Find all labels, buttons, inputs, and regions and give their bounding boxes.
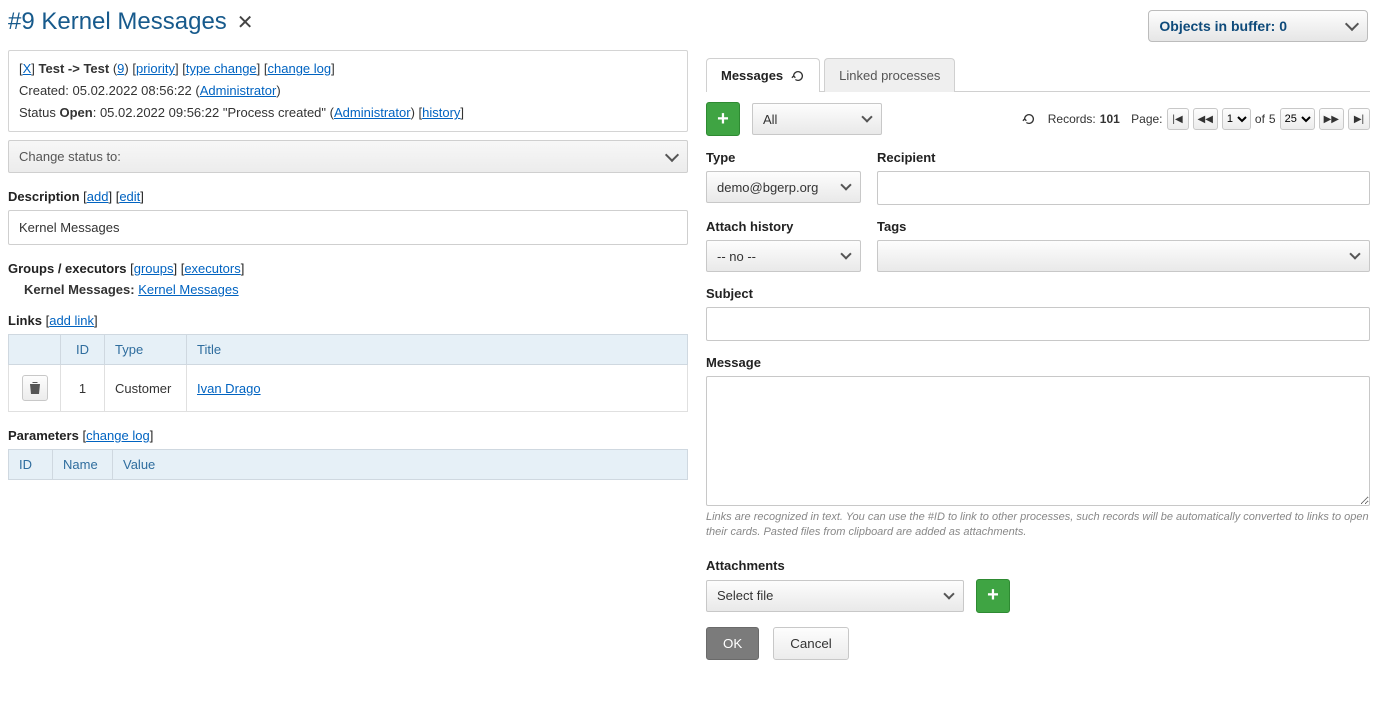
cancel-button[interactable]: Cancel [773,627,849,660]
type-dropdown[interactable]: demo@bgerp.org [706,171,861,203]
created-ts: 05.02.2022 08:56:22 [73,83,192,98]
status-msg: "Process created" [223,105,326,120]
table-row: 1 Customer Ivan Drago [9,365,688,412]
links-table: ID Type Title 1 Customer Iv [8,334,688,412]
status-by-link[interactable]: Administrator [334,105,411,120]
filter-dropdown[interactable]: All [752,103,882,135]
col-type: Type [105,335,187,365]
test-id-link[interactable]: 9 [117,61,124,76]
subject-label: Subject [706,286,1370,301]
change-log-link[interactable]: change log [268,61,332,76]
records-label: Records: [1048,112,1096,126]
page-of: of [1255,112,1265,126]
group-label: Kernel Messages: [24,282,135,297]
page-first-button[interactable]: |◀ [1167,108,1189,130]
created-by-link[interactable]: Administrator [200,83,277,98]
description-heading: Description [add] [edit] [8,189,688,204]
col-value: Value [113,450,688,480]
objects-in-buffer-button[interactable]: Objects in buffer: 0 [1148,10,1368,42]
add-link-link[interactable]: add link [49,313,94,328]
buffer-label: Objects in buffer: [1159,18,1275,34]
parameters-heading: Parameters [change log] [8,428,688,443]
cell-title-link[interactable]: Ivan Drago [197,381,261,396]
tags-dropdown[interactable] [877,240,1370,272]
group-value-link[interactable]: Kernel Messages [138,282,238,297]
message-label: Message [706,355,1370,370]
status-value: Open [59,105,92,120]
select-file-dropdown[interactable]: Select file [706,580,964,612]
page-total: 5 [1269,112,1276,126]
chevron-down-icon [943,588,954,599]
recipient-input[interactable] [877,171,1370,205]
description-add-link[interactable]: add [87,189,109,204]
attach-history-dropdown[interactable]: -- no -- [706,240,861,272]
close-icon[interactable]: ✕ [237,10,254,35]
description-value: Kernel Messages [8,210,688,245]
parameters-change-log-link[interactable]: change log [86,428,150,443]
created-label: Created: [19,83,69,98]
chevron-down-icon [861,111,872,122]
chevron-down-icon [1345,17,1359,31]
attachments-label: Attachments [706,558,1370,573]
page-prev-button[interactable]: ◀◀ [1193,108,1218,130]
page-label: Page: [1131,112,1162,126]
page-current-select[interactable]: 1 [1222,108,1251,130]
page-next-button[interactable]: ▶▶ [1319,108,1344,130]
page-last-button[interactable]: ▶| [1348,108,1370,130]
add-attachment-button[interactable]: + [976,579,1010,613]
tab-linked-processes[interactable]: Linked processes [824,58,955,92]
test-label: Test -> Test [39,61,110,76]
tags-label: Tags [877,219,1370,234]
groups-link[interactable]: groups [134,261,174,276]
col-title: Title [187,335,688,365]
type-label: Type [706,150,861,165]
ok-button[interactable]: OK [706,627,759,660]
col-name: Name [53,450,113,480]
buffer-count: 0 [1279,18,1287,34]
chevron-down-icon [1349,248,1360,259]
cell-type: Customer [105,365,187,412]
x-link[interactable]: X [23,61,32,76]
status-ts: 05.02.2022 09:56:22 [100,105,219,120]
status-label: Status [19,105,56,120]
recipient-label: Recipient [877,150,1370,165]
trash-icon [29,381,41,395]
right-tabs: Messages Linked processes [706,58,1370,92]
refresh-icon[interactable] [1022,112,1036,126]
records-count: 101 [1100,112,1120,126]
links-heading: Links [add link] [8,313,688,328]
cell-id: 1 [61,365,105,412]
type-change-link[interactable]: type change [186,61,257,76]
col-id: ID [61,335,105,365]
message-textarea[interactable] [706,376,1370,506]
executors-link[interactable]: executors [184,261,240,276]
process-info-box: [X] Test -> Test (9) [priority] [type ch… [8,50,688,132]
pager: Records: 101 Page: |◀ ◀◀ 1 of 5 25 ▶▶ ▶| [1022,108,1370,130]
attach-history-label: Attach history [706,219,861,234]
groups-heading: Groups / executors [groups] [executors] [8,261,688,276]
page-size-select[interactable]: 25 [1280,108,1315,130]
col-id: ID [9,450,53,480]
description-edit-link[interactable]: edit [119,189,140,204]
refresh-icon [791,69,805,83]
add-message-button[interactable]: + [706,102,740,136]
subject-input[interactable] [706,307,1370,341]
chevron-down-icon [665,148,679,162]
priority-link[interactable]: priority [136,61,175,76]
delete-row-button[interactable] [22,375,48,401]
history-link[interactable]: history [422,105,460,120]
chevron-down-icon [840,179,851,190]
chevron-down-icon [840,248,851,259]
tab-messages[interactable]: Messages [706,58,820,92]
parameters-table: ID Name Value [8,449,688,480]
message-hint: Links are recognized in text. You can us… [706,510,1370,540]
change-status-dropdown[interactable]: Change status to: [8,140,688,173]
